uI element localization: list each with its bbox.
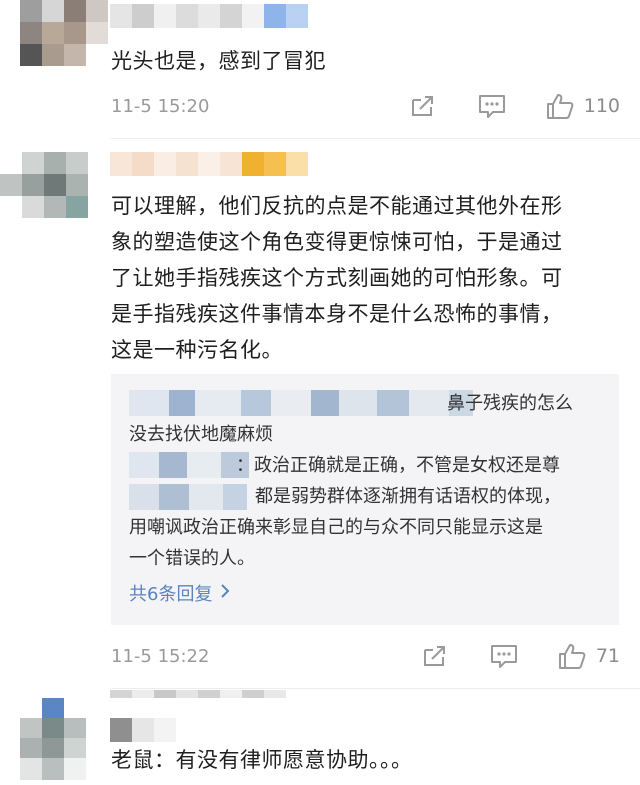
comment-time: 11-5 15:20 [111,95,210,117]
username-mosaic[interactable] [110,152,308,176]
like-icon [558,642,586,670]
reply-text-fragment: 鼻子残疾的怎么 [447,393,573,414]
divider [111,138,640,139]
comment-text: 光头也是，感到了冒犯 [111,49,326,73]
avatar[interactable] [20,0,108,66]
like-button[interactable]: 110 [546,92,620,120]
comment-meta: 11-5 15:20 110 [111,91,620,121]
chevron-right-icon [220,583,230,604]
username-mosaic [129,452,249,478]
comment-time: 11-5 15:22 [111,645,210,667]
share-icon[interactable] [410,94,436,118]
avatar[interactable] [20,698,86,780]
reply-text: 一个错误的人。 [129,548,255,569]
username-mosaic[interactable] [110,4,308,28]
username-mosaic [129,390,473,416]
like-count: 71 [595,645,620,667]
comment-line: 可以理解，他们反抗的点是不能通过其他外在形 [111,194,563,218]
reply-text: 用嘲讽政治正确来彰显自己的与众不同只能显示这是 [129,517,543,538]
reply-text-fragment: ：政治正确就是正确，不管是女权还是尊 [236,455,560,476]
comment-text: 可以理解，他们反抗的点是不能通过其他外在形 象的塑造使这个角色变得更惊悚可怕，于… [111,188,618,368]
divider [111,688,640,689]
share-icon[interactable] [422,644,448,668]
comment-line: 是手指残疾这件事情本身不是什么恐怖的事情， [111,302,563,326]
like-icon [546,92,574,120]
comment-3: 老鼠：有没有律师愿意协助。。。 [0,690,640,785]
username-mosaic [129,484,247,510]
reply-text-fragment: 都是弱势群体逐渐拥有话语权的体现， [255,486,561,507]
comment-line: 这是一种污名化。 [111,338,283,362]
comment-actions: 71 [422,641,620,671]
comment-line: 了让她手指残疾这个方式刻画她的可怕形象。可 [111,266,563,290]
reply-box[interactable]: 鼻子残疾的怎么 没去找伏地魔麻烦 ：政治正确就是正确，不管是女权还是尊 都是弱势… [111,374,619,625]
comment-icon[interactable] [478,93,506,119]
username-mosaic[interactable] [110,718,176,742]
like-button[interactable]: 71 [558,642,620,670]
view-all-replies-link[interactable]: 共6条回复 [129,580,230,606]
comment-line: 象的塑造使这个角色变得更惊悚可怕，于是通过 [111,230,563,254]
comment-text: 老鼠：有没有律师愿意协助。。。 [111,748,413,772]
comment-icon[interactable] [490,643,518,669]
comment-actions: 110 [410,91,620,121]
username-mosaic[interactable] [110,690,286,700]
view-all-replies-label: 共6条回复 [129,584,213,605]
avatar[interactable] [0,152,110,218]
reply-text: 没去找伏地魔麻烦 [129,424,273,445]
comment-meta: 11-5 15:22 71 [111,641,620,671]
like-count: 110 [583,95,620,117]
comment-1: 光头也是，感到了冒犯 11-5 15:20 110 [0,0,640,135]
